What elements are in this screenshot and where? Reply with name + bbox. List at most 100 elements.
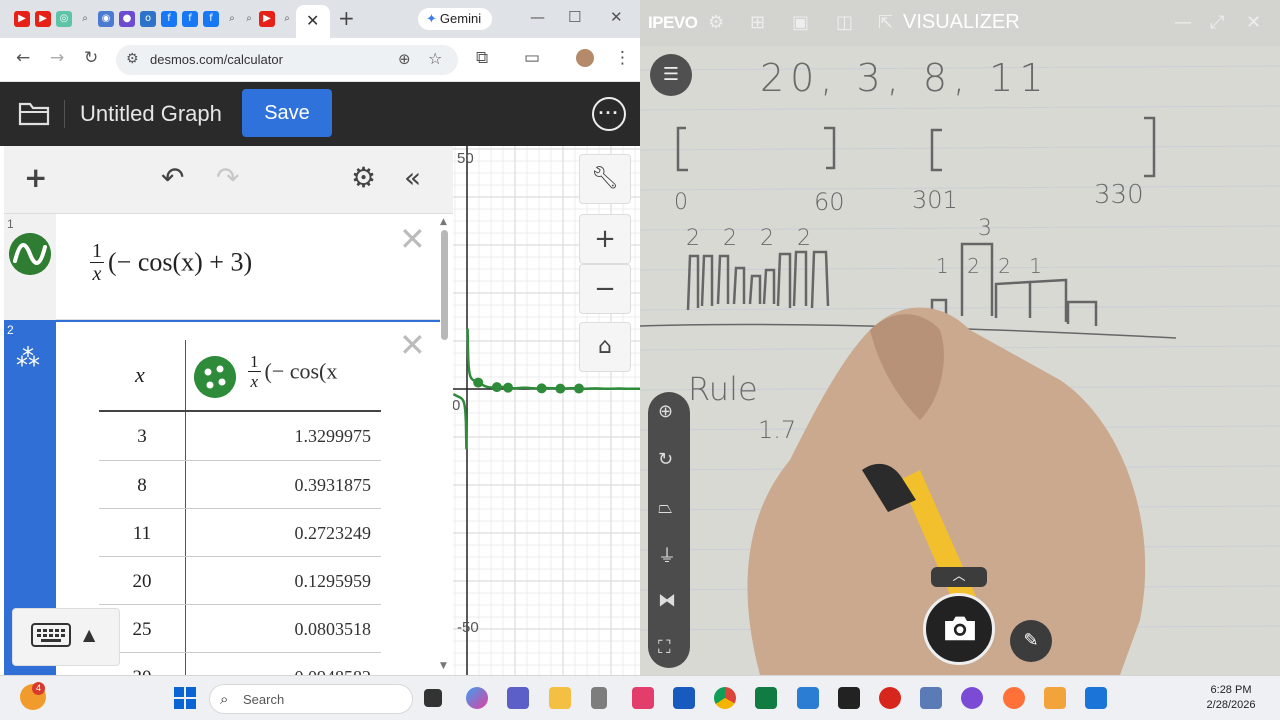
teams-icon[interactable] — [507, 687, 529, 709]
new-tab-button[interactable]: + — [338, 6, 355, 30]
app-icon[interactable] — [961, 687, 983, 709]
settings-gear-icon[interactable]: ⚙ — [351, 161, 376, 194]
expression-list-scrollbar[interactable] — [441, 230, 448, 340]
facebook-tab-icon[interactable]: f — [182, 11, 198, 27]
acrobat-icon[interactable] — [879, 687, 901, 709]
bookmark-star-icon[interactable]: ☆ — [428, 49, 442, 68]
save-disk-icon[interactable] — [920, 687, 942, 709]
search-tab-icon[interactable]: ⌕ — [241, 11, 257, 27]
app-icon[interactable] — [838, 687, 860, 709]
firefox-icon[interactable] — [1003, 687, 1025, 709]
forward-icon[interactable]: → — [50, 48, 64, 68]
default-viewport-button[interactable]: ⌂ — [579, 322, 631, 372]
layout-icon[interactable]: ▣ — [792, 12, 809, 33]
table-row[interactable]: 8 0.3931875 — [99, 460, 381, 508]
gemini-button[interactable]: ✦ Gemini — [418, 8, 492, 30]
keystone-icon[interactable]: ⏢ — [658, 497, 672, 518]
excel-icon[interactable] — [755, 687, 777, 709]
flip-vertical-icon[interactable]: ⏚ — [658, 542, 676, 568]
camera-settings-icon[interactable]: ⚙ — [708, 12, 724, 33]
search-tab-icon[interactable]: ⌕ — [77, 11, 93, 27]
outlook-tab-icon[interactable]: o — [140, 11, 156, 27]
fullscreen-icon[interactable]: ⤢ — [1210, 12, 1224, 33]
table-cell-x[interactable]: 30 — [99, 667, 185, 675]
snipping-tool-icon[interactable] — [632, 687, 654, 709]
scroll-up-arrow[interactable]: ▲ — [440, 217, 447, 227]
graph-style-icon[interactable] — [9, 233, 51, 275]
collapse-panel-icon[interactable]: « — [404, 161, 421, 194]
facebook-tab-icon[interactable]: f — [161, 11, 177, 27]
popout-icon[interactable]: ⇱ — [878, 12, 893, 33]
zoom-lens-icon[interactable]: ⊕ — [658, 401, 673, 422]
search-tab-icon[interactable]: ⌕ — [279, 11, 295, 27]
reload-icon[interactable]: ↻ — [84, 48, 98, 68]
table-cell-x[interactable]: 20 — [99, 571, 185, 593]
save-button[interactable]: Save — [242, 89, 332, 137]
close-window-button[interactable]: ✕ — [610, 8, 623, 26]
table-row[interactable]: 25 0.0803518 — [99, 604, 381, 652]
zoom-in-button[interactable]: + — [579, 214, 631, 264]
minimize-icon[interactable]: — — [1174, 12, 1192, 33]
add-item-icon[interactable]: + — [24, 161, 47, 194]
notepad-icon[interactable] — [797, 687, 819, 709]
table-row[interactable]: 20 0.1295959 — [99, 556, 381, 604]
address-bar[interactable]: ⚙ desmos.com/calculator ⊕ ☆ — [116, 45, 458, 75]
expression-formula[interactable]: 1x (− cos(x) + 3) — [90, 240, 252, 285]
graph-title[interactable]: Untitled Graph — [80, 101, 222, 127]
crop-icon[interactable]: ⛶ — [658, 637, 671, 658]
youtube-tab-icon[interactable]: ▶ — [259, 11, 275, 27]
site-info-icon[interactable]: ⚙ — [126, 51, 139, 67]
keypad-toggle[interactable]: ▲ — [12, 608, 120, 666]
cast-icon[interactable]: ▭ — [524, 48, 540, 68]
extensions-icon[interactable]: ⧉ — [476, 48, 488, 68]
point-style-icon[interactable] — [194, 356, 236, 398]
system-clock[interactable]: 6:28 PM 2/28/2026 — [1196, 683, 1266, 713]
task-view-icon[interactable] — [424, 689, 442, 707]
web-tab-icon[interactable]: ◉ — [98, 11, 114, 27]
tab-desmos-active[interactable]: ✕ — [296, 5, 330, 38]
capture-button[interactable] — [923, 593, 995, 665]
visualizer-app-icon[interactable] — [1085, 687, 1107, 709]
table-cell-x[interactable]: 11 — [99, 523, 185, 545]
open-graph-folder-icon[interactable] — [18, 100, 50, 126]
minimize-button[interactable]: — — [530, 8, 545, 26]
rotate-icon[interactable]: ↻ — [658, 449, 673, 470]
redo-icon[interactable]: ↷ — [216, 161, 239, 194]
graph-paper[interactable]: 50 -50 0 🔧︎ + − ⌂ — [453, 146, 640, 675]
back-icon[interactable]: ← — [16, 48, 30, 68]
profile-avatar[interactable] — [576, 49, 594, 67]
annotation-pen-icon[interactable]: ✎ — [1010, 620, 1052, 662]
file-explorer-icon[interactable] — [549, 687, 571, 709]
undo-icon[interactable]: ↶ — [161, 161, 184, 194]
table-row[interactable]: 30 0.0948582 — [99, 652, 381, 675]
app-icon[interactable] — [591, 687, 607, 709]
table-cell-x[interactable]: 3 — [99, 426, 185, 448]
web-tab-icon[interactable]: ◎ — [56, 11, 72, 27]
start-menu-icon[interactable] — [174, 687, 196, 709]
browser-menu-icon[interactable]: ⋮ — [614, 48, 631, 68]
word-icon[interactable] — [673, 687, 695, 709]
expand-controls-icon[interactable]: ︿ — [931, 567, 987, 587]
facebook-tab-icon[interactable]: f — [203, 11, 219, 27]
add-window-icon[interactable]: ⊞ — [750, 12, 765, 33]
media-player-icon[interactable] — [1044, 687, 1066, 709]
delete-expression-icon[interactable]: ✕ — [399, 220, 426, 258]
table-row[interactable]: 3 1.3299975 — [99, 412, 381, 460]
mirror-icon[interactable]: ⧓ — [658, 590, 676, 611]
menu-list-icon[interactable]: ☰ — [650, 54, 692, 96]
zoom-out-button[interactable]: − — [579, 264, 631, 314]
delete-expression-icon[interactable]: ✕ — [399, 326, 426, 364]
graph-settings-button[interactable]: 🔧︎ — [579, 154, 631, 204]
maximize-button[interactable]: ☐ — [568, 8, 581, 26]
expression-row-1[interactable]: 1 1x (− cos(x) + 3) ✕ — [4, 214, 440, 320]
scroll-down-arrow[interactable]: ▼ — [440, 661, 447, 671]
chrome-icon[interactable] — [714, 687, 736, 709]
table-header-x[interactable]: x — [135, 362, 145, 388]
copilot-icon[interactable] — [466, 687, 488, 709]
taskbar-search[interactable]: ⌕ Search — [209, 684, 413, 714]
table-row[interactable]: 11 0.2723249 — [99, 508, 381, 556]
youtube-tab-icon[interactable]: ▶ — [35, 11, 51, 27]
web-tab-icon[interactable]: ● — [119, 11, 135, 27]
zoom-icon[interactable]: ⊕ — [398, 50, 411, 68]
close-icon[interactable]: ✕ — [1246, 12, 1261, 33]
